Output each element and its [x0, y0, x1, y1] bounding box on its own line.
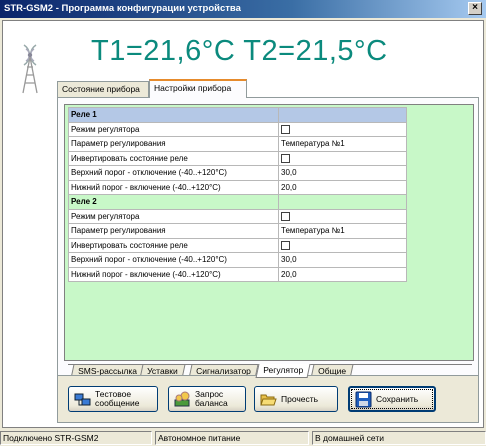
grid-value-cell[interactable]: 30,0	[278, 165, 407, 181]
status-power: Автономное питание	[155, 431, 309, 445]
tab-device-settings[interactable]: Настройки прибора	[149, 79, 247, 98]
grid-value-cell[interactable]: 30,0	[278, 252, 407, 268]
grid-row[interactable]: Режим регулятора	[68, 208, 407, 224]
settings-grid: Реле 1 Режим регулятора Параметр регулиров…	[64, 104, 474, 361]
grid-checkbox[interactable]	[281, 240, 290, 250]
grid-row[interactable]: Верхний порог - отключение (-40..+120°С)…	[68, 252, 407, 268]
status-connection: Подключено STR-GSM2	[0, 431, 152, 445]
temperature-readout: T1=21,6°C T2=21,5°C	[91, 35, 388, 67]
grid-value-cell[interactable]: 20,0	[278, 266, 407, 282]
close-button[interactable]: ×	[468, 2, 482, 15]
grid-row[interactable]: Инвертировать состояние реле	[68, 150, 407, 166]
open-folder-icon	[260, 394, 277, 405]
settings-panel: Реле 1 Режим регулятора Параметр регулиров…	[57, 97, 479, 397]
client-area: T1=21,6°C T2=21,5°C Состояние прибора На…	[2, 20, 484, 428]
grid-label-cell: Нижний порог - включение (-40..+120°С)	[68, 179, 279, 195]
grid-row[interactable]: Верхний порог - отключение (-40..+120°С)…	[68, 165, 407, 181]
grid-value-cell	[278, 107, 407, 123]
title-bar[interactable]: STR-GSM2 - Программа конфигурации устрой…	[0, 0, 486, 18]
grid-checkbox[interactable]	[281, 124, 290, 134]
subtab-regulator[interactable]: Регулятор	[255, 364, 311, 378]
grid-value-cell[interactable]	[278, 237, 407, 253]
save-button[interactable]: Сохранить	[348, 386, 436, 412]
grid-row[interactable]: Параметр регулирования Температура №1	[68, 223, 407, 239]
grid-row[interactable]: Инвертировать состояние реле	[68, 237, 407, 253]
grid-value-cell[interactable]	[278, 121, 407, 137]
window-title: STR-GSM2 - Программа конфигурации устрой…	[4, 3, 241, 14]
settings-table: Реле 1 Режим регулятора Параметр регулиров…	[68, 107, 407, 282]
grid-label-cell: Параметр регулирования	[68, 223, 279, 239]
test-message-label: Тестовое сообщение	[95, 390, 139, 408]
save-label: Сохранить	[376, 393, 419, 404]
grid-label-cell: Инвертировать состояние реле	[68, 237, 279, 253]
button-bar: Тестовое сообщение Запрос баланса Прочес…	[57, 375, 479, 423]
test-message-label-line2: сообщение	[95, 398, 140, 408]
balance-request-label-line2: баланса	[195, 398, 228, 408]
grid-value-cell[interactable]: 20,0	[278, 179, 407, 195]
antenna-icon	[22, 44, 38, 94]
status-bar: Подключено STR-GSM2 Автономное питание В…	[0, 430, 486, 446]
grid-value-cell[interactable]: Температура №1	[278, 223, 407, 239]
balance-request-label: Запрос баланса	[195, 390, 228, 408]
money-icon	[174, 391, 190, 406]
network-icon	[74, 393, 91, 405]
grid-row[interactable]: Режим регулятора	[68, 121, 407, 137]
grid-row[interactable]: Нижний порог - включение (-40..+120°С) 20…	[68, 266, 407, 282]
grid-checkbox[interactable]	[281, 211, 290, 221]
grid-row[interactable]: Нижний порог - включение (-40..+120°С) 20…	[68, 179, 407, 195]
grid-label-cell: Верхний порог - отключение (-40..+120°С)	[68, 165, 279, 181]
grid-value-cell[interactable]	[278, 150, 407, 166]
read-button[interactable]: Прочесть	[254, 386, 338, 412]
read-label: Прочесть	[281, 393, 319, 404]
test-message-button[interactable]: Тестовое сообщение	[68, 386, 158, 412]
grid-checkbox[interactable]	[281, 153, 290, 163]
grid-section-row: Реле 1	[68, 107, 407, 123]
grid-label-cell: Нижний порог - включение (-40..+120°С)	[68, 266, 279, 282]
grid-label-cell: Верхний порог - отключение (-40..+120°С)	[68, 252, 279, 268]
grid-section-row: Реле 2	[68, 194, 407, 210]
grid-value-cell[interactable]	[278, 208, 407, 224]
grid-label-cell: Реле 2	[68, 194, 279, 210]
app-window: STR-GSM2 - Программа конфигурации устрой…	[0, 0, 486, 446]
status-network: В домашней сети	[312, 431, 486, 445]
grid-label-cell: Параметр регулирования	[68, 136, 279, 152]
grid-label-cell: Режим регулятора	[68, 121, 279, 137]
subtab-regulator-label: Регулятор	[263, 365, 304, 375]
floppy-disk-icon	[355, 391, 372, 407]
tab-device-state[interactable]: Состояние прибора	[57, 81, 149, 97]
grid-label-cell: Режим регулятора	[68, 208, 279, 224]
grid-row[interactable]: Параметр регулирования Температура №1	[68, 136, 407, 152]
grid-value-cell	[278, 194, 407, 210]
grid-value-cell[interactable]: Температура №1	[278, 136, 407, 152]
grid-label-cell: Инвертировать состояние реле	[68, 150, 279, 166]
grid-label-cell: Реле 1	[68, 107, 279, 123]
balance-request-button[interactable]: Запрос баланса	[168, 386, 246, 412]
